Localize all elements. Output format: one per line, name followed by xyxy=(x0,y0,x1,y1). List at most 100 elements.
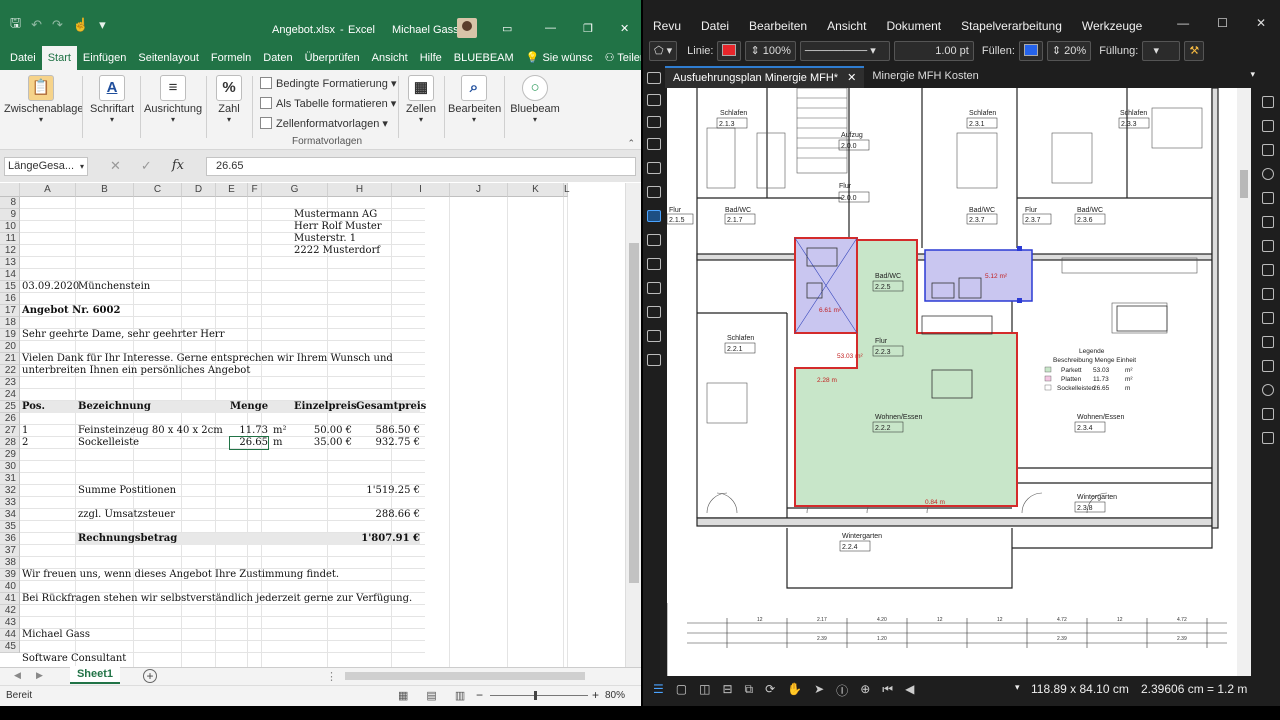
row2-quantity[interactable]: 26.65 xyxy=(229,436,269,450)
file-access-icon[interactable] xyxy=(647,116,661,128)
row-header-45[interactable]: 45 xyxy=(0,641,20,653)
row2-unit[interactable]: m xyxy=(273,437,282,449)
line-opacity-input[interactable]: ⇕ 100% xyxy=(745,41,796,61)
zoom-in-icon[interactable]: + xyxy=(592,688,599,702)
row1-quantity[interactable]: 11.73 xyxy=(230,425,268,437)
floor-plan[interactable]: Schlafen 2.1.3 Aufzug 2.0.0 Flur 2.0.0 Schl… xyxy=(667,88,1237,676)
row-header-38[interactable]: 38 xyxy=(0,557,20,569)
zoom-level[interactable]: 80% xyxy=(605,690,625,701)
bookmarks-icon[interactable] xyxy=(647,94,661,106)
row-header-40[interactable]: 40 xyxy=(0,581,20,593)
worksheet-grid[interactable]: ABCDEFGHIJKL 8 9 10 11 12 13 14 15 16 17 18 19 20 21 2… xyxy=(0,183,625,667)
properties-icon[interactable] xyxy=(647,186,661,198)
polyline-icon[interactable] xyxy=(1262,336,1274,348)
chevron-down-icon[interactable]: ▾ xyxy=(1015,682,1020,693)
column-header-l[interactable]: L xyxy=(564,183,570,197)
editing-group[interactable]: ⌕ Bearbeiten ▾ xyxy=(448,72,501,124)
ribbon-display-icon[interactable]: ▭ xyxy=(502,22,512,35)
layers-icon[interactable] xyxy=(647,138,661,150)
rectangle-icon[interactable] xyxy=(1262,360,1274,372)
polygon-tool-icon[interactable]: ⬠ ▾ xyxy=(649,41,678,61)
eraser-icon[interactable] xyxy=(1262,144,1274,156)
links-icon[interactable] xyxy=(647,354,661,366)
column-header-i[interactable]: I xyxy=(392,183,450,197)
save-icon[interactable]: 🖫 xyxy=(10,14,21,36)
row-header-24[interactable]: 24 xyxy=(0,389,20,401)
page-layout-icon[interactable]: ▤ xyxy=(426,689,436,702)
row-header-42[interactable]: 42 xyxy=(0,605,20,617)
row-header-37[interactable]: 37 xyxy=(0,545,20,557)
row-header-32[interactable]: 32 xyxy=(0,485,20,497)
intro-line-1[interactable]: Vielen Dank für Ihr Interesse. Gerne ent… xyxy=(22,353,393,365)
sheet-tab[interactable]: Sheet1 xyxy=(70,666,120,684)
row-header-39[interactable]: 39 xyxy=(0,569,20,581)
thumbnails-icon[interactable] xyxy=(647,72,661,84)
header-total-price[interactable]: Gesamtpreis xyxy=(356,401,426,413)
horizontal-scrollbar[interactable] xyxy=(345,672,585,680)
bluebeam-group[interactable]: ○ Bluebeam ▾ xyxy=(510,72,560,124)
spaces-icon[interactable] xyxy=(647,306,661,318)
close-icon[interactable]: ✕ xyxy=(1256,16,1266,30)
fill-color-picker[interactable] xyxy=(1018,41,1043,61)
column-header-j[interactable]: J xyxy=(450,183,508,197)
row-header-8[interactable]: 8 xyxy=(0,197,20,209)
split-vertical-icon[interactable]: ◫ xyxy=(699,682,710,699)
select-icon[interactable]: ➤ xyxy=(814,682,824,699)
signature-title[interactable]: Software Consultant xyxy=(22,653,126,665)
signature-name[interactable]: Michael Gass xyxy=(22,629,90,641)
row-header-9[interactable]: 9 xyxy=(0,209,20,221)
row-header-34[interactable]: 34 xyxy=(0,509,20,521)
clipboard-group[interactable]: 📋 Zwischenablage ▾ xyxy=(4,72,84,124)
name-box[interactable]: LängeGesa... ▾ xyxy=(4,157,88,176)
ellipse-icon[interactable] xyxy=(1262,384,1274,396)
page-scale[interactable]: 2.39606 cm = 1.2 m xyxy=(1141,682,1247,696)
row-header-41[interactable]: 41 xyxy=(0,593,20,605)
share-button[interactable]: ⚇ Teilen xyxy=(599,46,641,70)
row-header-15[interactable]: 15 xyxy=(0,281,20,293)
header-description[interactable]: Bezeichnung xyxy=(78,401,151,413)
tab-start[interactable]: Start xyxy=(41,46,77,70)
font-group[interactable]: A Schriftart ▾ xyxy=(88,72,136,124)
number-group[interactable]: % Zahl ▾ xyxy=(212,72,246,124)
row-header-29[interactable]: 29 xyxy=(0,449,20,461)
closing-line-1[interactable]: Wir freuen uns, wenn dieses Angebot Ihre… xyxy=(22,569,339,581)
row-header-17[interactable]: 17 xyxy=(0,305,20,317)
avatar[interactable] xyxy=(457,18,477,38)
row-header-33[interactable]: 33 xyxy=(0,497,20,509)
greeting[interactable]: Sehr geehrte Dame, sehr geehrter Herr xyxy=(22,329,224,341)
row-header-44[interactable]: 44 xyxy=(0,629,20,641)
excel-user-name[interactable]: Michael Gass xyxy=(392,24,459,36)
tab-bluebeam[interactable]: BLUEBEAM xyxy=(448,46,520,70)
tab-seitenlayout[interactable]: Seitenlayout xyxy=(132,46,205,70)
arrow-icon[interactable] xyxy=(1262,288,1274,300)
cancel-icon[interactable]: ✕ xyxy=(110,158,121,174)
pan-icon[interactable]: ✋ xyxy=(787,682,802,699)
row-header-36[interactable]: 36 xyxy=(0,533,20,545)
maximize-icon[interactable]: ☐ xyxy=(1217,16,1228,30)
row-header-22[interactable]: 22 xyxy=(0,365,20,377)
row-header-21[interactable]: 21 xyxy=(0,353,20,365)
tabs-dropdown-icon[interactable]: ▾ xyxy=(1250,66,1255,88)
enter-icon[interactable]: ✓ xyxy=(141,158,152,174)
stamp-icon[interactable] xyxy=(1262,168,1274,180)
tab-datei[interactable]: Datei xyxy=(0,46,42,70)
studio-icon[interactable] xyxy=(647,210,661,222)
sum-label[interactable]: Summe Postitionen xyxy=(78,485,176,497)
touch-mode-icon[interactable]: ☝ xyxy=(73,17,89,33)
text-box-icon[interactable] xyxy=(1262,192,1274,204)
customize-qat-icon[interactable]: ▾ xyxy=(99,17,106,33)
column-header-h[interactable]: H xyxy=(328,183,392,197)
pen-icon[interactable] xyxy=(1262,96,1274,108)
list-icon[interactable]: ☰ xyxy=(653,682,664,699)
vat-value[interactable]: 288.66 € xyxy=(356,509,420,521)
insert-function-icon[interactable]: fx xyxy=(172,158,184,174)
menu-bearbeiten[interactable]: Bearbeiten xyxy=(739,14,817,38)
row2-pos[interactable]: 2 xyxy=(22,437,28,449)
split-handle-icon[interactable]: ⋮ xyxy=(326,670,337,683)
row-header-35[interactable]: 35 xyxy=(0,521,20,533)
conditional-formatting-button[interactable]: Bedingte Formatierung ▾ xyxy=(260,76,396,96)
column-header-d[interactable]: D xyxy=(182,183,216,197)
polygon-icon[interactable] xyxy=(1262,408,1274,420)
image-icon[interactable] xyxy=(1262,240,1274,252)
row1-unit-price[interactable]: 50.00 € xyxy=(294,425,352,437)
